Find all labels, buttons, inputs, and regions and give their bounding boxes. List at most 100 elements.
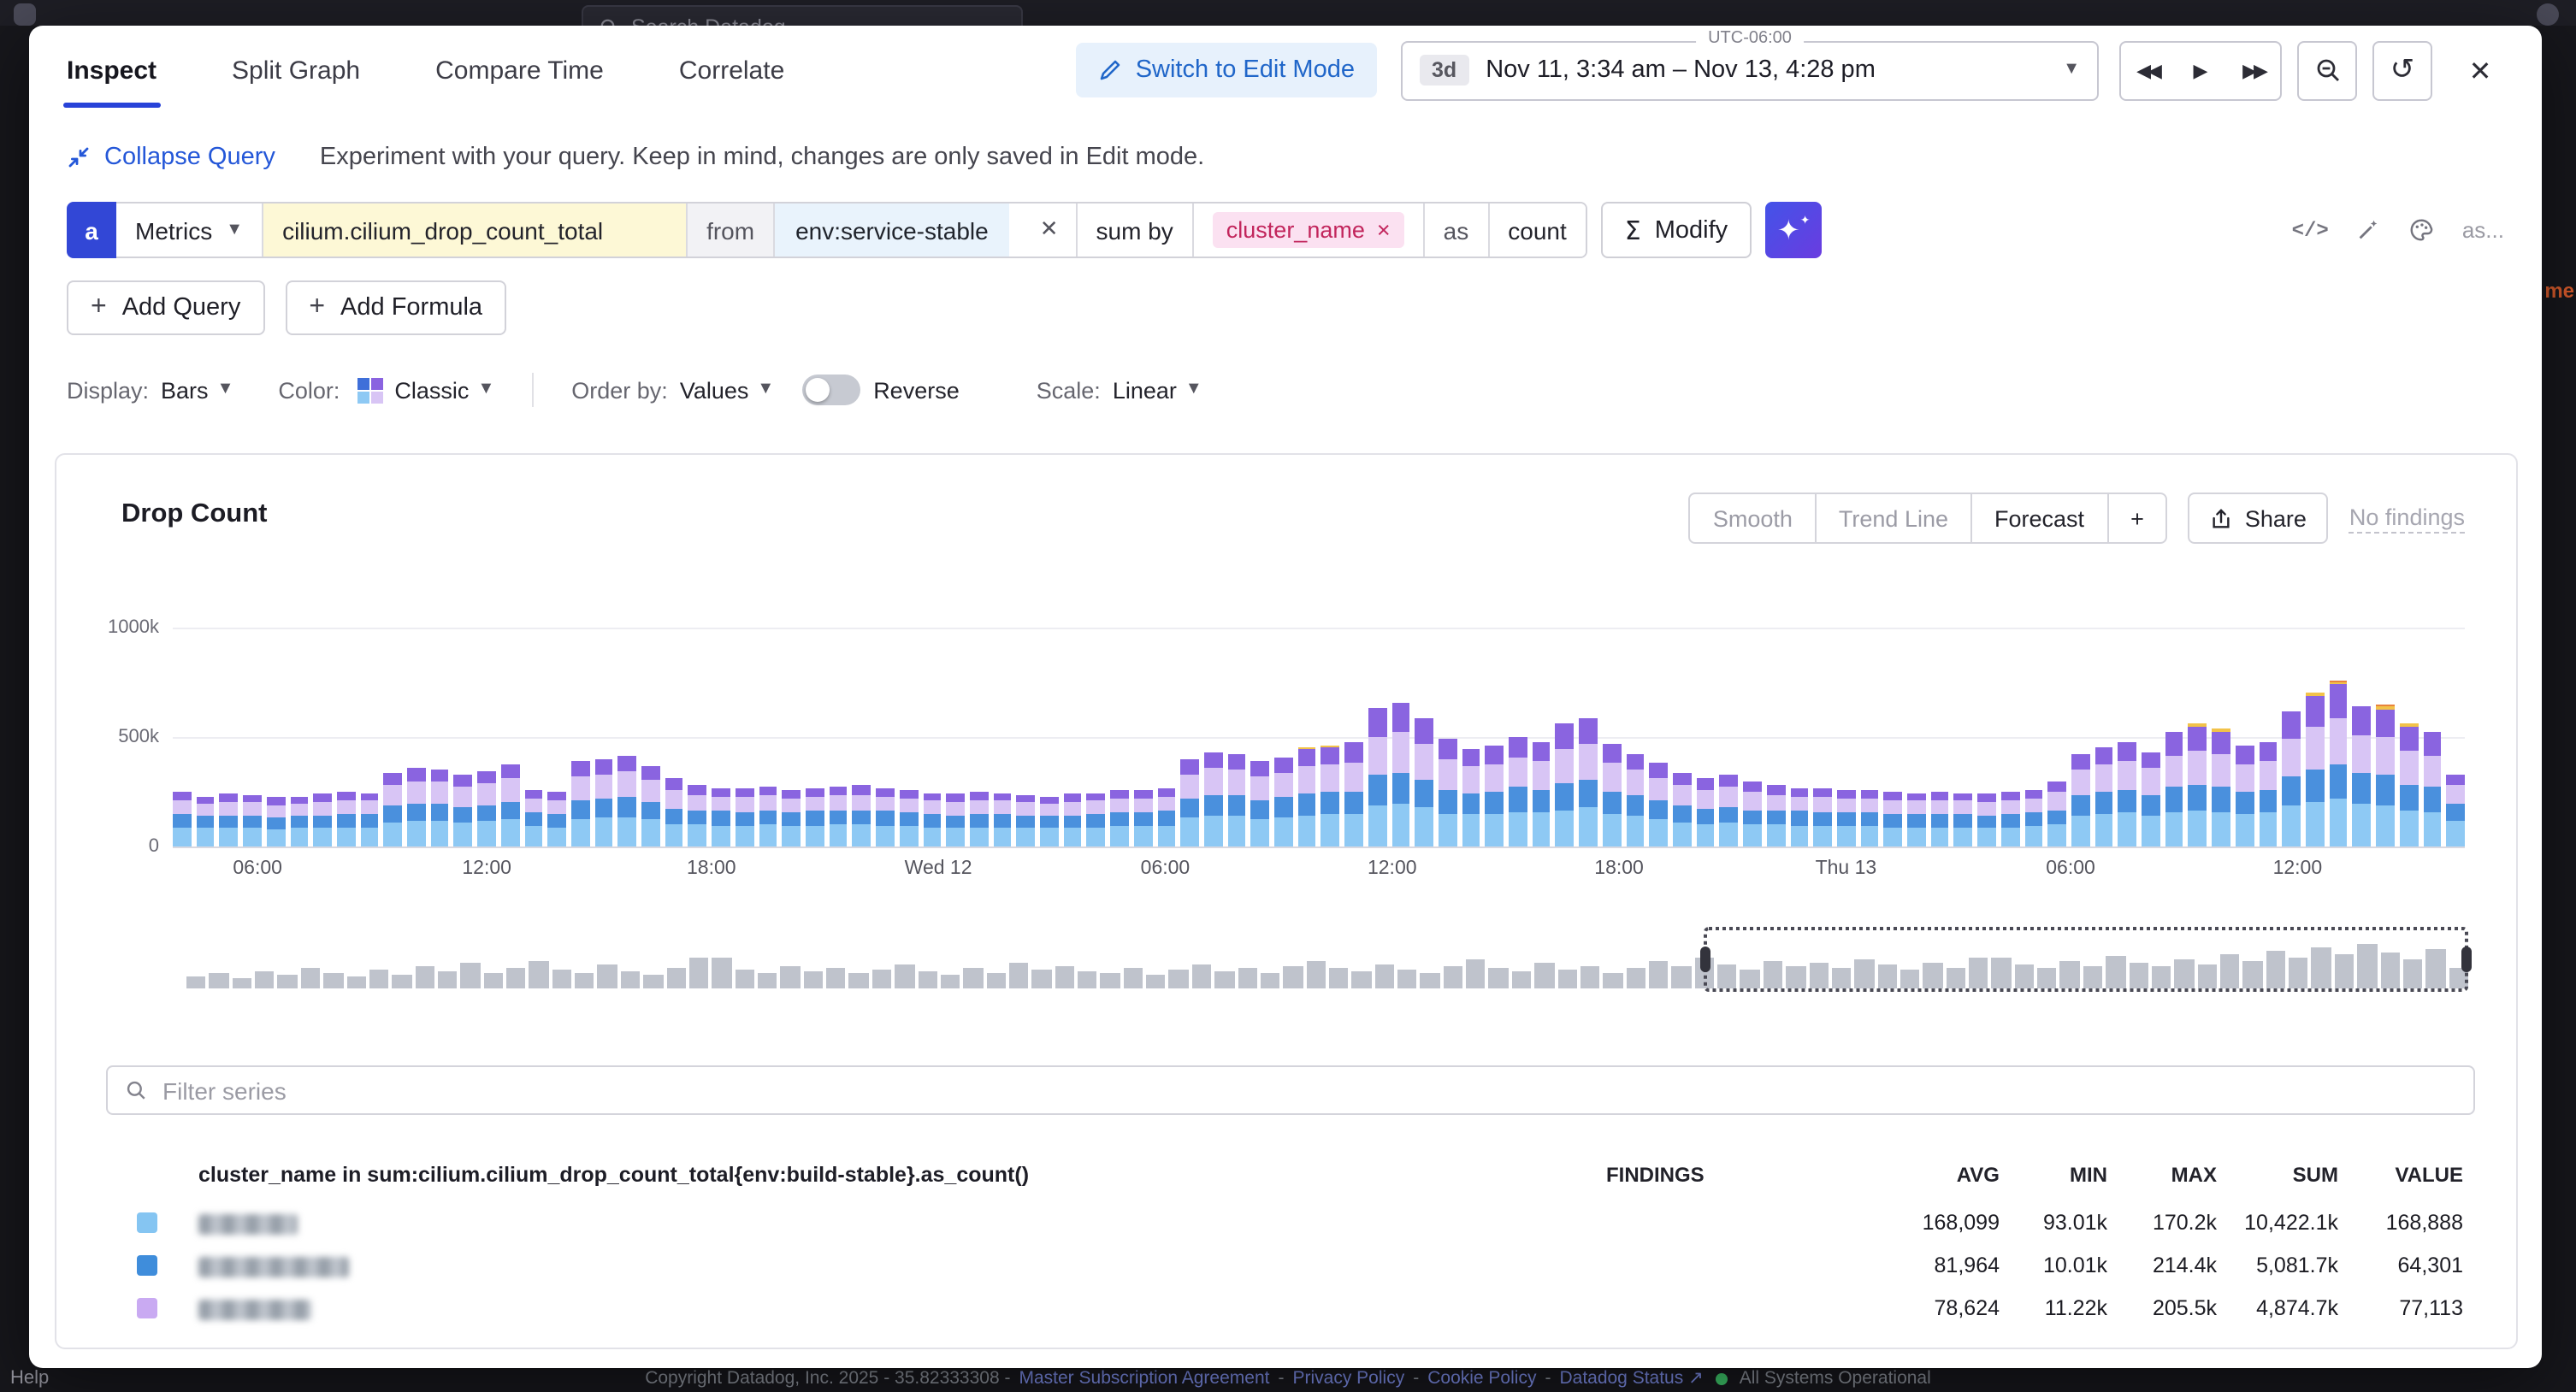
metric-name-input[interactable]: cilium.cilium_drop_count_total xyxy=(263,203,688,257)
table-row[interactable]: 168,09993.01k170.2k10,422.1k168,888 xyxy=(56,1204,2516,1247)
collapse-query-button[interactable]: Collapse Query xyxy=(67,144,275,171)
time-range-picker[interactable]: UTC-06:00 3d Nov 11, 3:34 am – Nov 13, 4… xyxy=(1401,40,2099,100)
chart-bar[interactable] xyxy=(477,771,495,846)
ai-assist-button[interactable]: ✦✦ xyxy=(1765,202,1822,258)
chart-bar[interactable] xyxy=(829,787,847,846)
chart-bar[interactable] xyxy=(384,772,402,846)
chart-bar[interactable] xyxy=(876,787,894,846)
chart-bar[interactable] xyxy=(1391,703,1409,846)
chart-bar[interactable] xyxy=(900,790,918,846)
chart-bar[interactable] xyxy=(1860,791,1878,846)
chart-bar[interactable] xyxy=(1556,724,1574,846)
user-avatar[interactable] xyxy=(2537,3,2559,26)
chart-bar[interactable] xyxy=(1274,757,1292,846)
chart-bar[interactable] xyxy=(970,792,988,846)
remove-group-icon[interactable]: × xyxy=(1377,217,1391,243)
table-row[interactable]: 78,62411.22k205.5k4,874.7k77,113 xyxy=(56,1289,2516,1332)
chart-bar[interactable] xyxy=(290,796,308,846)
chart-bar[interactable] xyxy=(243,795,261,846)
chart-bar[interactable] xyxy=(1696,779,1714,846)
chart-bar[interactable] xyxy=(1977,794,1995,846)
chart-bar[interactable] xyxy=(1321,745,1339,846)
chart-bar[interactable] xyxy=(2071,754,2089,846)
chart-bar[interactable] xyxy=(1930,792,1948,846)
footer-link-status[interactable]: Datadog Status ↗ xyxy=(1559,1368,1703,1389)
chart-bar[interactable] xyxy=(806,787,824,846)
chart-bar[interactable] xyxy=(1720,774,1738,846)
chart-bar[interactable] xyxy=(1368,709,1386,846)
chart-bar[interactable] xyxy=(853,785,871,846)
col-min[interactable]: MIN xyxy=(2070,1163,2107,1187)
switch-to-edit-mode-button[interactable]: Switch to Edit Mode xyxy=(1076,43,1377,97)
filter-series-box[interactable] xyxy=(106,1065,2475,1115)
forecast-button[interactable]: Forecast xyxy=(1972,494,2108,542)
chart-bar[interactable] xyxy=(2001,792,2019,846)
chart-bar[interactable] xyxy=(2189,724,2207,846)
chart-bar[interactable] xyxy=(1603,744,1621,846)
tab-split-graph[interactable]: Split Graph xyxy=(228,28,363,112)
chart-bar[interactable] xyxy=(1040,796,1058,846)
code-view-icon[interactable]: </> xyxy=(2292,218,2329,242)
chart-bar[interactable] xyxy=(2400,724,2418,846)
wand-icon[interactable] xyxy=(2356,217,2382,243)
chart-bar[interactable] xyxy=(1767,785,1785,846)
chart-bar[interactable] xyxy=(736,788,753,846)
add-query-button[interactable]: + Add Query xyxy=(67,280,264,335)
smooth-button[interactable]: Smooth xyxy=(1691,494,1817,542)
share-button[interactable]: Share xyxy=(2189,493,2329,544)
series-color-swatch[interactable] xyxy=(137,1212,157,1233)
remove-filter-icon[interactable]: ✕ xyxy=(1023,217,1076,243)
col-sum[interactable]: SUM xyxy=(2293,1163,2338,1187)
chart-bar[interactable] xyxy=(2423,733,2441,846)
group-by-segment[interactable]: cluster_name × xyxy=(1194,203,1425,257)
trend-line-button[interactable]: Trend Line xyxy=(1817,494,1972,542)
chart-bar[interactable] xyxy=(946,794,964,846)
scale-dropdown[interactable]: Linear xyxy=(1113,377,1177,403)
chart-bar[interactable] xyxy=(759,787,777,846)
display-dropdown[interactable]: Bars xyxy=(161,377,209,403)
fast-forward-button[interactable]: ▶▶ xyxy=(2227,42,2280,98)
footer-link-privacy[interactable]: Privacy Policy xyxy=(1293,1368,1405,1389)
chart-bar[interactable] xyxy=(1790,787,1808,846)
series-color-swatch[interactable] xyxy=(137,1255,157,1276)
chart-bar[interactable] xyxy=(407,768,425,846)
chart-bar[interactable] xyxy=(1837,790,1855,846)
table-row[interactable]: 81,96410.01k214.4k5,081.7k64,301 xyxy=(56,1247,2516,1289)
chart-bar[interactable] xyxy=(1907,793,1925,846)
filter-token[interactable]: env:service-stable xyxy=(775,203,1009,257)
col-value[interactable]: VALUE xyxy=(2395,1163,2463,1187)
chart-bar[interactable] xyxy=(993,793,1011,846)
chart-bar[interactable] xyxy=(1017,795,1035,846)
chart-bar[interactable] xyxy=(2376,705,2394,846)
tab-inspect[interactable]: Inspect xyxy=(63,28,160,112)
chart-bar[interactable] xyxy=(501,764,519,846)
tab-correlate[interactable]: Correlate xyxy=(676,28,788,112)
chart-bar[interactable] xyxy=(1462,749,1480,846)
chart-bar[interactable] xyxy=(1087,793,1105,846)
chart-bar[interactable] xyxy=(2165,733,2183,846)
chart-bar[interactable] xyxy=(2446,775,2464,846)
chart-bar[interactable] xyxy=(2118,741,2136,846)
col-findings[interactable]: FINDINGS xyxy=(1606,1163,1705,1187)
no-findings-label[interactable]: No findings xyxy=(2349,504,2465,533)
order-by-dropdown[interactable]: Values xyxy=(680,377,749,403)
chart-bar[interactable] xyxy=(2329,681,2347,846)
reverse-toggle[interactable] xyxy=(801,375,860,405)
col-max[interactable]: MAX xyxy=(2171,1163,2217,1187)
chart-bar[interactable] xyxy=(196,796,214,846)
brush-handle-right[interactable] xyxy=(2461,947,2472,972)
chart-bar[interactable] xyxy=(2283,711,2301,846)
col-avg[interactable]: AVG xyxy=(1957,1163,2000,1187)
chart-bar[interactable] xyxy=(665,779,683,846)
chart-bar[interactable] xyxy=(548,792,566,846)
chart-bar[interactable] xyxy=(1486,746,1504,846)
chart-bar[interactable] xyxy=(2236,746,2254,846)
chart-bar[interactable] xyxy=(2353,706,2371,846)
chart-bar[interactable] xyxy=(220,794,238,846)
chart-bar[interactable] xyxy=(1227,754,1245,846)
close-modal-button[interactable]: ✕ xyxy=(2453,43,2508,97)
chart-bar[interactable] xyxy=(337,792,355,846)
chart-bars[interactable] xyxy=(173,624,2465,846)
series-color-swatch[interactable] xyxy=(137,1298,157,1318)
chart-bar[interactable] xyxy=(2306,693,2324,846)
